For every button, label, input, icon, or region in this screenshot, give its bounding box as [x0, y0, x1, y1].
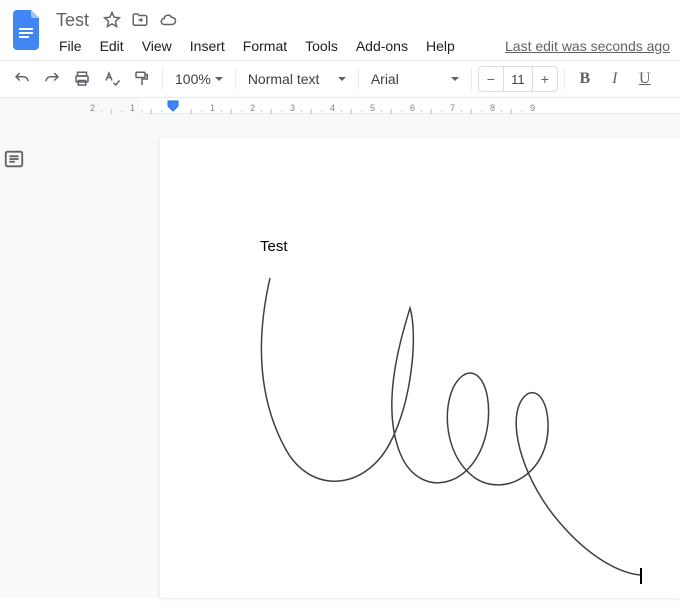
- chevron-down-icon: [215, 77, 223, 81]
- menu-format[interactable]: Format: [236, 34, 294, 58]
- separator: [162, 68, 163, 90]
- menu-addons[interactable]: Add-ons: [349, 34, 415, 58]
- star-icon[interactable]: [103, 11, 121, 29]
- menu-view[interactable]: View: [135, 34, 179, 58]
- ruler-tick: 4: [330, 103, 335, 113]
- underline-button[interactable]: U: [631, 65, 659, 93]
- app-header: Test File Edit View Insert: [0, 0, 680, 60]
- ruler-tick: 7: [450, 103, 455, 113]
- font-size-input[interactable]: 11: [503, 67, 533, 91]
- font-size-control: − 11 +: [478, 66, 558, 92]
- document-text[interactable]: Test: [260, 238, 680, 255]
- print-button[interactable]: [68, 65, 96, 93]
- font-value: Arial: [371, 71, 399, 87]
- separator: [358, 68, 359, 90]
- zoom-value: 100%: [175, 71, 211, 87]
- paragraph-style-select[interactable]: Normal text: [242, 65, 352, 93]
- document-page[interactable]: Test: [160, 138, 680, 598]
- style-value: Normal text: [248, 71, 320, 87]
- move-to-folder-icon[interactable]: [131, 11, 149, 29]
- ruler-tick: 8: [490, 103, 495, 113]
- document-title[interactable]: Test: [52, 10, 93, 31]
- bold-button[interactable]: B: [571, 65, 599, 93]
- menu-file[interactable]: File: [52, 34, 89, 58]
- zoom-select[interactable]: 100%: [169, 65, 229, 93]
- italic-button[interactable]: I: [601, 65, 629, 93]
- menu-insert[interactable]: Insert: [183, 34, 232, 58]
- ruler-tick: 1: [130, 103, 135, 113]
- cloud-saved-icon[interactable]: [159, 11, 177, 29]
- toolbar: 100% Normal text Arial − 11 + B I U: [0, 60, 680, 98]
- ruler-tick: 3: [290, 103, 295, 113]
- ruler-tick: 6: [410, 103, 415, 113]
- undo-button[interactable]: [8, 65, 36, 93]
- ruler-tick: 9: [530, 103, 535, 113]
- editor-area: 2 · ı · 1 · ı · ı · 1 · ı · 2 · ı ·: [30, 98, 680, 598]
- ruler-tick: 1: [210, 103, 215, 113]
- spellcheck-button[interactable]: [98, 65, 126, 93]
- workspace: 2 · ı · 1 · ı · ı · 1 · ı · 2 · ı ·: [0, 98, 680, 598]
- increase-font-button[interactable]: +: [533, 67, 557, 91]
- docs-logo[interactable]: [10, 8, 46, 54]
- chevron-down-icon: [451, 77, 459, 81]
- font-family-select[interactable]: Arial: [365, 65, 465, 93]
- drawing-scribble[interactable]: [250, 273, 650, 613]
- ruler-tick: 2: [90, 103, 95, 113]
- text-cursor: [640, 568, 642, 584]
- outline-icon[interactable]: [3, 148, 27, 172]
- separator: [471, 68, 472, 90]
- menu-edit[interactable]: Edit: [93, 34, 131, 58]
- chevron-down-icon: [338, 77, 346, 81]
- last-edit-link[interactable]: Last edit was seconds ago: [505, 34, 670, 58]
- decrease-font-button[interactable]: −: [479, 67, 503, 91]
- left-sidebar: [0, 98, 30, 598]
- ruler-tick: 2: [250, 103, 255, 113]
- paint-format-button[interactable]: [128, 65, 156, 93]
- menubar: File Edit View Insert Format Tools Add-o…: [52, 32, 670, 60]
- ruler-tick: 5: [370, 103, 375, 113]
- indent-marker-icon[interactable]: [167, 100, 179, 114]
- separator: [235, 68, 236, 90]
- menu-help[interactable]: Help: [419, 34, 462, 58]
- redo-button[interactable]: [38, 65, 66, 93]
- horizontal-ruler[interactable]: 2 · ı · 1 · ı · ı · 1 · ı · 2 · ı ·: [140, 98, 680, 114]
- separator: [564, 68, 565, 90]
- menu-tools[interactable]: Tools: [298, 34, 345, 58]
